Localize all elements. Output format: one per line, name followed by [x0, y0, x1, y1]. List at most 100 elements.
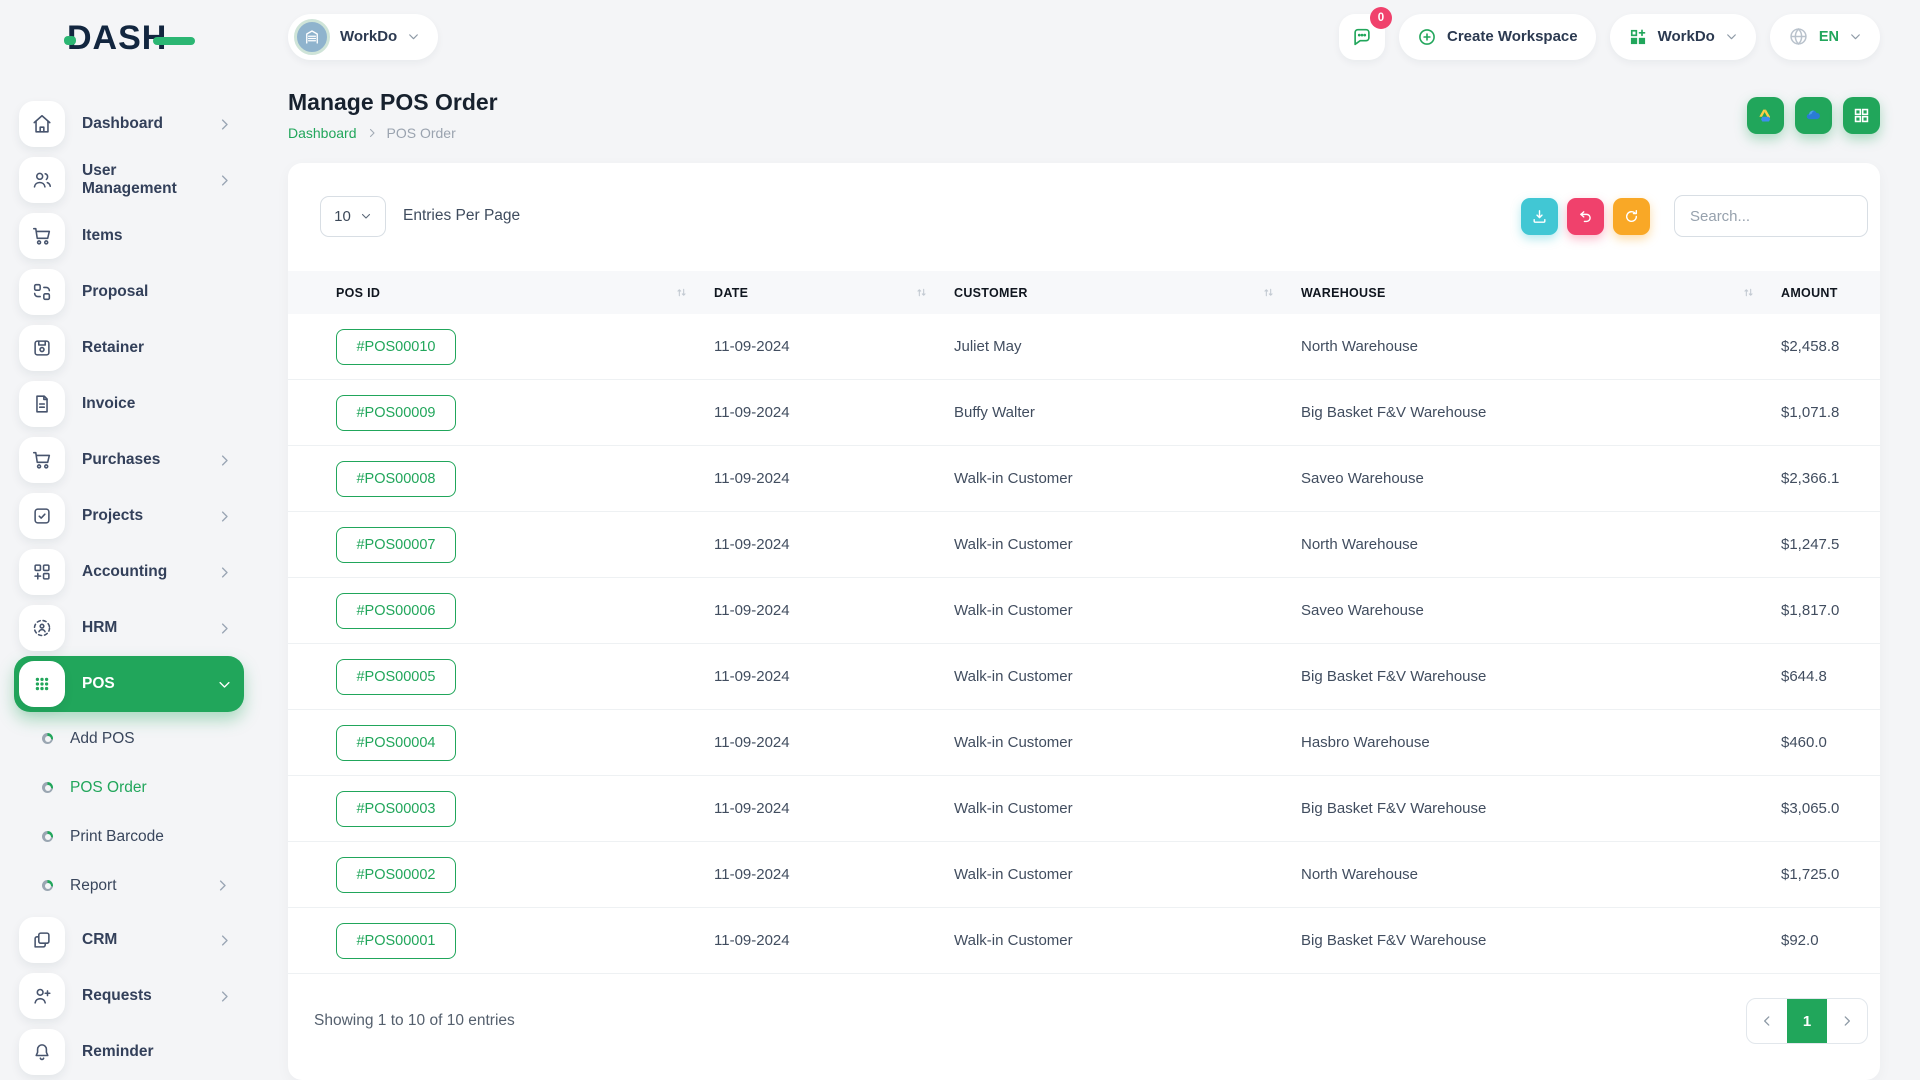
sidebar-nav: Dashboard User Management Items — [14, 96, 244, 1080]
pos-id-badge[interactable]: #POS00005 — [336, 659, 456, 695]
submenu-item-label: Report — [70, 877, 117, 895]
warehouse-cell: Big Basket F&V Warehouse — [1301, 668, 1781, 685]
sort-icon[interactable] — [915, 286, 928, 299]
pos-id-badge[interactable]: #POS00006 — [336, 593, 456, 629]
sidebar-item-label: Retainer — [82, 339, 144, 357]
sidebar-item-dashboard[interactable]: Dashboard — [14, 96, 244, 152]
refresh-button[interactable] — [1613, 198, 1650, 235]
logo-accent-dot — [64, 36, 76, 45]
sidebar-item-pos[interactable]: POS — [14, 656, 244, 712]
breadcrumb-dashboard-link[interactable]: Dashboard — [288, 125, 357, 141]
sidebar-item-projects[interactable]: Projects — [14, 488, 244, 544]
language-selector[interactable]: EN — [1770, 14, 1880, 60]
table-row: #POS00009 11-09-2024 Buffy Walter Big Ba… — [288, 380, 1880, 446]
submenu-item-add-pos[interactable]: Add POS — [14, 714, 244, 763]
workspace-switcher[interactable]: WorkDo — [288, 14, 438, 60]
warehouse-cell: North Warehouse — [1301, 536, 1781, 553]
column-header-date[interactable]: DATE — [714, 286, 954, 300]
sort-icon[interactable] — [675, 286, 688, 299]
sidebar-item-user-management[interactable]: User Management — [14, 152, 244, 208]
export-button[interactable] — [1521, 198, 1558, 235]
prev-page-button[interactable] — [1747, 999, 1787, 1043]
column-header-amount[interactable]: AMOUNT — [1781, 286, 1864, 300]
table-row: #POS00006 11-09-2024 Walk-in Customer Sa… — [288, 578, 1880, 644]
customer-cell: Walk-in Customer — [954, 800, 1301, 817]
pos-id-badge[interactable]: #POS00010 — [336, 329, 456, 365]
grid-view-button[interactable] — [1843, 97, 1880, 134]
pos-id-badge[interactable]: #POS00003 — [336, 791, 456, 827]
warehouse-cell: Saveo Warehouse — [1301, 602, 1781, 619]
column-header-warehouse[interactable]: WAREHOUSE — [1301, 286, 1781, 300]
chevron-left-icon — [1760, 1014, 1774, 1028]
bullet-icon — [42, 782, 53, 793]
sidebar-item-requests[interactable]: Requests — [14, 968, 244, 1024]
pos-id-badge[interactable]: #POS00004 — [336, 725, 456, 761]
column-header-pos-id[interactable]: POS ID — [336, 286, 714, 300]
chevron-down-icon — [407, 30, 420, 43]
undo-icon — [1577, 208, 1594, 225]
entries-per-page-value: 10 — [334, 208, 351, 225]
sort-icon[interactable] — [1742, 286, 1755, 299]
search-input[interactable] — [1674, 195, 1868, 237]
workdo-menu-button[interactable]: WorkDo — [1610, 14, 1756, 60]
sidebar-item-hrm[interactable]: HRM — [14, 600, 244, 656]
sidebar-item-label: User Management — [82, 162, 200, 198]
app-logo[interactable]: DASH — [64, 21, 195, 55]
sidebar-item-retainer[interactable]: Retainer — [14, 320, 244, 376]
date-cell: 11-09-2024 — [714, 338, 954, 355]
page-1-button[interactable]: 1 — [1787, 999, 1827, 1043]
sidebar-item-label: Projects — [82, 507, 143, 525]
pos-id-badge[interactable]: #POS00002 — [336, 857, 456, 893]
pos-order-card: 10 Entries Per Page — [288, 163, 1880, 1080]
google-drive-button[interactable] — [1747, 97, 1784, 134]
submenu-item-label: Print Barcode — [70, 828, 164, 846]
sidebar-item-accounting[interactable]: Accounting — [14, 544, 244, 600]
main-content: WorkDo 0 Create Workspace — [258, 0, 1920, 1080]
column-header-customer[interactable]: CUSTOMER — [954, 286, 1301, 300]
date-cell: 11-09-2024 — [714, 536, 954, 553]
table-row: #POS00002 11-09-2024 Walk-in Customer No… — [288, 842, 1880, 908]
table-row: #POS00008 11-09-2024 Walk-in Customer Sa… — [288, 446, 1880, 512]
warehouse-cell: North Warehouse — [1301, 338, 1781, 355]
sidebar-item-crm[interactable]: CRM — [14, 912, 244, 968]
sidebar-item-label: HRM — [82, 619, 117, 637]
messages-button[interactable]: 0 — [1339, 14, 1385, 60]
next-page-button[interactable] — [1827, 999, 1867, 1043]
customer-cell: Walk-in Customer — [954, 668, 1301, 685]
sidebar-item-label: Requests — [82, 987, 152, 1005]
amount-cell: $2,366.1 — [1781, 470, 1864, 487]
onedrive-button[interactable] — [1795, 97, 1832, 134]
sidebar-item-items[interactable]: Items — [14, 208, 244, 264]
pos-submenu: Add POS POS Order Print Barcode Report — [14, 712, 244, 912]
submenu-item-print-barcode[interactable]: Print Barcode — [14, 812, 244, 861]
submenu-item-pos-order[interactable]: POS Order — [14, 763, 244, 812]
pos-order-table: POS ID DATE CUSTOMER WAREHOUSE — [288, 271, 1880, 974]
pos-id-badge[interactable]: #POS00008 — [336, 461, 456, 497]
sort-icon[interactable] — [1262, 286, 1275, 299]
chevron-right-icon — [217, 989, 232, 1004]
user-plus-icon — [19, 973, 65, 1019]
chevron-right-icon — [217, 453, 232, 468]
google-drive-icon — [1756, 106, 1775, 125]
sidebar-item-purchases[interactable]: Purchases — [14, 432, 244, 488]
refresh-icon — [1623, 208, 1640, 225]
reset-button[interactable] — [1567, 198, 1604, 235]
proposal-icon — [19, 269, 65, 315]
sidebar-item-reminder[interactable]: Reminder — [14, 1024, 244, 1080]
table-footer: Showing 1 to 10 of 10 entries 1 — [288, 974, 1880, 1044]
submenu-item-report[interactable]: Report — [14, 861, 244, 910]
retainer-icon — [19, 325, 65, 371]
date-cell: 11-09-2024 — [714, 470, 954, 487]
chevron-right-icon — [215, 878, 230, 893]
onedrive-icon — [1804, 106, 1823, 125]
sidebar-item-invoice[interactable]: Invoice — [14, 376, 244, 432]
pos-id-badge[interactable]: #POS00007 — [336, 527, 456, 563]
create-workspace-button[interactable]: Create Workspace — [1399, 14, 1596, 60]
sidebar-item-proposal[interactable]: Proposal — [14, 264, 244, 320]
customer-cell: Buffy Walter — [954, 404, 1301, 421]
chevron-right-icon — [217, 173, 232, 188]
pos-id-badge[interactable]: #POS00009 — [336, 395, 456, 431]
customer-cell: Walk-in Customer — [954, 536, 1301, 553]
entries-per-page-select[interactable]: 10 — [320, 196, 386, 237]
pos-id-badge[interactable]: #POS00001 — [336, 923, 456, 959]
